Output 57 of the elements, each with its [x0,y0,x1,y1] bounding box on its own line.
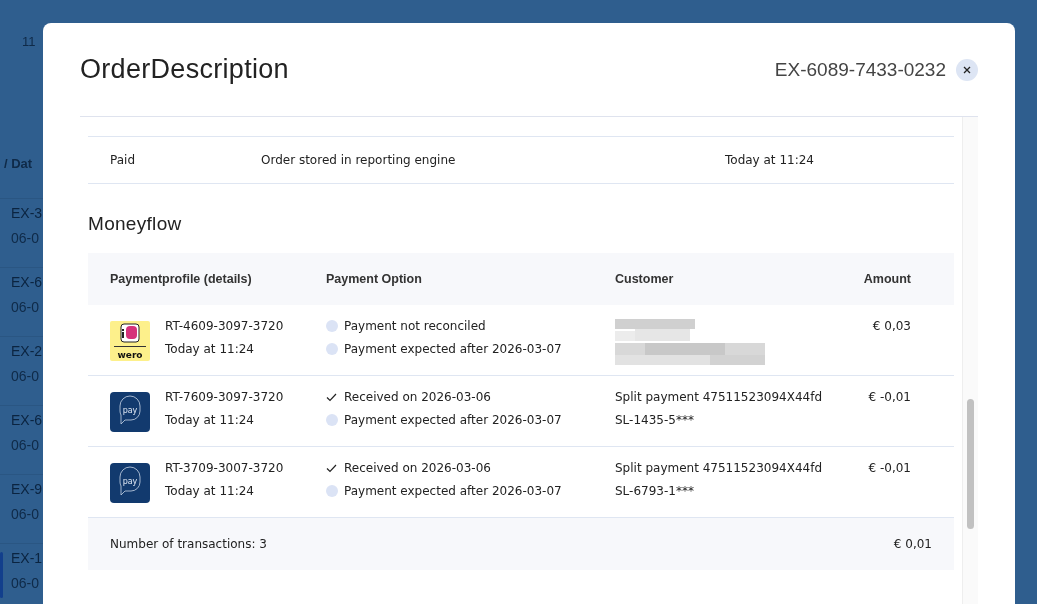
dialog-title: OrderDescription [80,54,290,85]
customer-detail: Split payment 47511523094X44fd [615,390,823,404]
order-reference: EX-6089-7433-0232 [774,58,946,81]
order-date: 06-0 [11,299,41,315]
event-time: Today at 11:24 [725,153,814,167]
order-date: 06-0 [11,506,41,522]
order-id[interactable]: EX-3 [11,205,43,221]
section-title: Moneyflow [88,212,183,236]
axis-label: 11 [22,34,36,49]
payment-status: Payment not reconciled [344,319,486,333]
order-id[interactable]: EX-2 [11,343,43,359]
column-header: Paymentprofile (details) [109,272,253,286]
payment-status: Received on 2026-03-06 [344,461,491,475]
amount: € -0,01 [868,461,911,475]
customer-detail: SL-1435-5*** [615,413,695,427]
status-dot [326,414,338,426]
payment-logo: pay [110,392,150,432]
status-dot [326,485,338,497]
close-button[interactable] [956,58,978,81]
payment-logo: wero [110,321,150,361]
status-dot [326,320,338,332]
column-header: / Dat [3,156,34,173]
payment-time: Today at 11:24 [165,484,255,498]
amount: € -0,01 [868,390,911,404]
column-header: Amount [862,272,911,286]
status-dot [326,343,338,355]
payment-profile-id[interactable]: RT-7609-3097-3720 [165,390,284,404]
order-id[interactable]: EX-6 [11,412,43,428]
payment-logo: pay [110,463,150,503]
payment-status: Payment expected after 2026-03-07 [344,413,562,427]
payment-status: Payment expected after 2026-03-07 [344,342,562,356]
payment-profile-id[interactable]: RT-3709-3007-3720 [165,461,284,475]
column-header: Payment Option [326,272,423,286]
customer-detail: Split payment 47511523094X44fd [615,461,823,475]
scrollbar-thumb[interactable] [967,399,974,529]
amount: € 0,03 [872,319,911,333]
check-icon [326,463,337,473]
payment-profile-id[interactable]: RT-4609-3097-3720 [165,319,284,333]
order-date: 06-0 [11,368,41,384]
transaction-count: Number of transactions: 3 [110,537,267,551]
total-amount: € 0,01 [893,537,932,551]
order-id[interactable]: EX-6 [11,274,43,290]
payment-status: Payment expected after 2026-03-07 [344,484,562,498]
check-icon [326,392,337,402]
close-icon [963,65,971,74]
order-id[interactable]: EX-9 [11,481,43,497]
order-date: 06-0 [11,230,41,246]
event-description: Order stored in reporting engine [261,153,457,167]
column-header: Customer [615,272,675,286]
payment-time: Today at 11:24 [165,342,255,356]
order-id[interactable]: EX-1 [11,550,43,566]
payment-status: Received on 2026-03-06 [344,390,491,404]
event-status: Paid [110,153,136,167]
order-date: 06-0 [11,437,41,453]
customer-detail: SL-6793-1*** [615,484,695,498]
order-date: 06-0 [11,575,41,591]
payment-time: Today at 11:24 [165,413,255,427]
